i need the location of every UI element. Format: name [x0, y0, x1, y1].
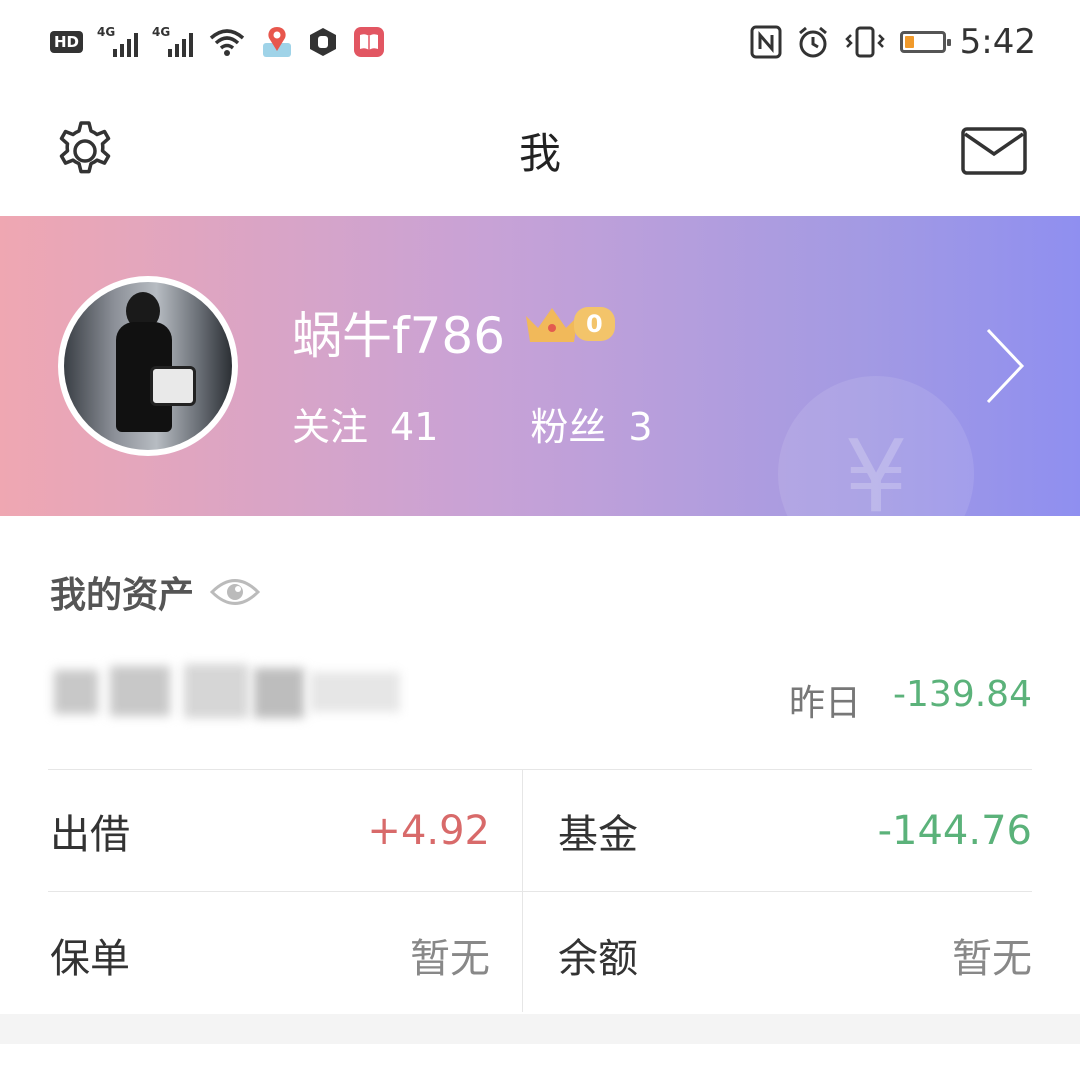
- assets-header: 我的资产: [50, 566, 261, 618]
- eye-icon[interactable]: [210, 575, 261, 609]
- following-label: 关注: [292, 405, 369, 449]
- fans-count: 3: [628, 405, 653, 449]
- yesterday-value: -139.84: [893, 674, 1032, 715]
- asset-label: 出借: [50, 812, 130, 858]
- asset-value: 暂无: [410, 936, 490, 982]
- vibrate-icon: [844, 26, 885, 58]
- following-count: 41: [390, 405, 439, 449]
- asset-item-policy[interactable]: 保单 暂无: [50, 895, 490, 1015]
- profile-banner[interactable]: ¥ 蜗牛f786 0 关注 41 粉丝 3: [0, 216, 1080, 516]
- username: 蜗牛f786: [292, 307, 506, 365]
- following-stat[interactable]: 关注 41: [292, 396, 438, 451]
- signal-generation: 4G: [152, 25, 171, 39]
- divider: [48, 891, 1032, 892]
- page-title: 我: [518, 129, 561, 178]
- asset-label: 基金: [558, 812, 638, 858]
- asset-value: 暂无: [952, 936, 1032, 982]
- section-gap: [0, 1014, 1080, 1044]
- header: 我: [0, 96, 1080, 206]
- alarm-icon: [798, 26, 827, 58]
- asset-label: 余额: [558, 936, 638, 982]
- divider: [48, 769, 1032, 770]
- status-left-icons: HD 4G 4G: [50, 22, 385, 62]
- asset-item-fund[interactable]: 基金 -144.76: [558, 771, 1032, 891]
- chevron-right-icon[interactable]: [982, 326, 1028, 406]
- signal-generation: 4G: [97, 25, 116, 39]
- fans-stat[interactable]: 粉丝 3: [530, 396, 652, 451]
- mail-icon[interactable]: [960, 126, 1030, 178]
- vip-level: 0: [574, 307, 615, 341]
- status-right-icons: 5:42: [750, 20, 1036, 64]
- hd-icon: HD: [50, 31, 84, 53]
- vip-level-badge[interactable]: 0: [522, 302, 615, 346]
- asset-item-balance[interactable]: 余额 暂无: [558, 895, 1032, 1015]
- clock: 5:42: [959, 22, 1036, 62]
- coin-symbol: ¥: [844, 418, 908, 516]
- asset-value: -144.76: [877, 808, 1032, 854]
- nfc-icon: [750, 25, 782, 59]
- avatar[interactable]: [58, 276, 238, 456]
- signal-icon: 4G: [152, 25, 194, 57]
- book-app-icon: [354, 27, 385, 57]
- fans-label: 粉丝: [530, 405, 607, 449]
- hexagon-hand-icon: [310, 28, 337, 56]
- follow-stats: 关注 41 粉丝 3: [292, 396, 745, 451]
- crown-icon: [526, 308, 578, 342]
- maps-icon: [263, 27, 292, 57]
- battery-icon: [899, 31, 951, 53]
- total-assets-hidden: [40, 660, 420, 720]
- assets-title: 我的资产: [50, 575, 195, 616]
- coin-icon: ¥: [778, 376, 974, 516]
- status-bar: HD 4G 4G 5:42: [0, 0, 1080, 84]
- asset-value: +4.92: [367, 808, 490, 854]
- asset-label: 保单: [50, 936, 130, 982]
- signal-icon: 4G: [97, 25, 139, 57]
- wifi-icon: [209, 29, 245, 56]
- asset-item-lending[interactable]: 出借 +4.92: [50, 771, 490, 891]
- yesterday-label: 昨日: [789, 683, 862, 724]
- yesterday-earnings: 昨日 -139.84: [789, 674, 1032, 726]
